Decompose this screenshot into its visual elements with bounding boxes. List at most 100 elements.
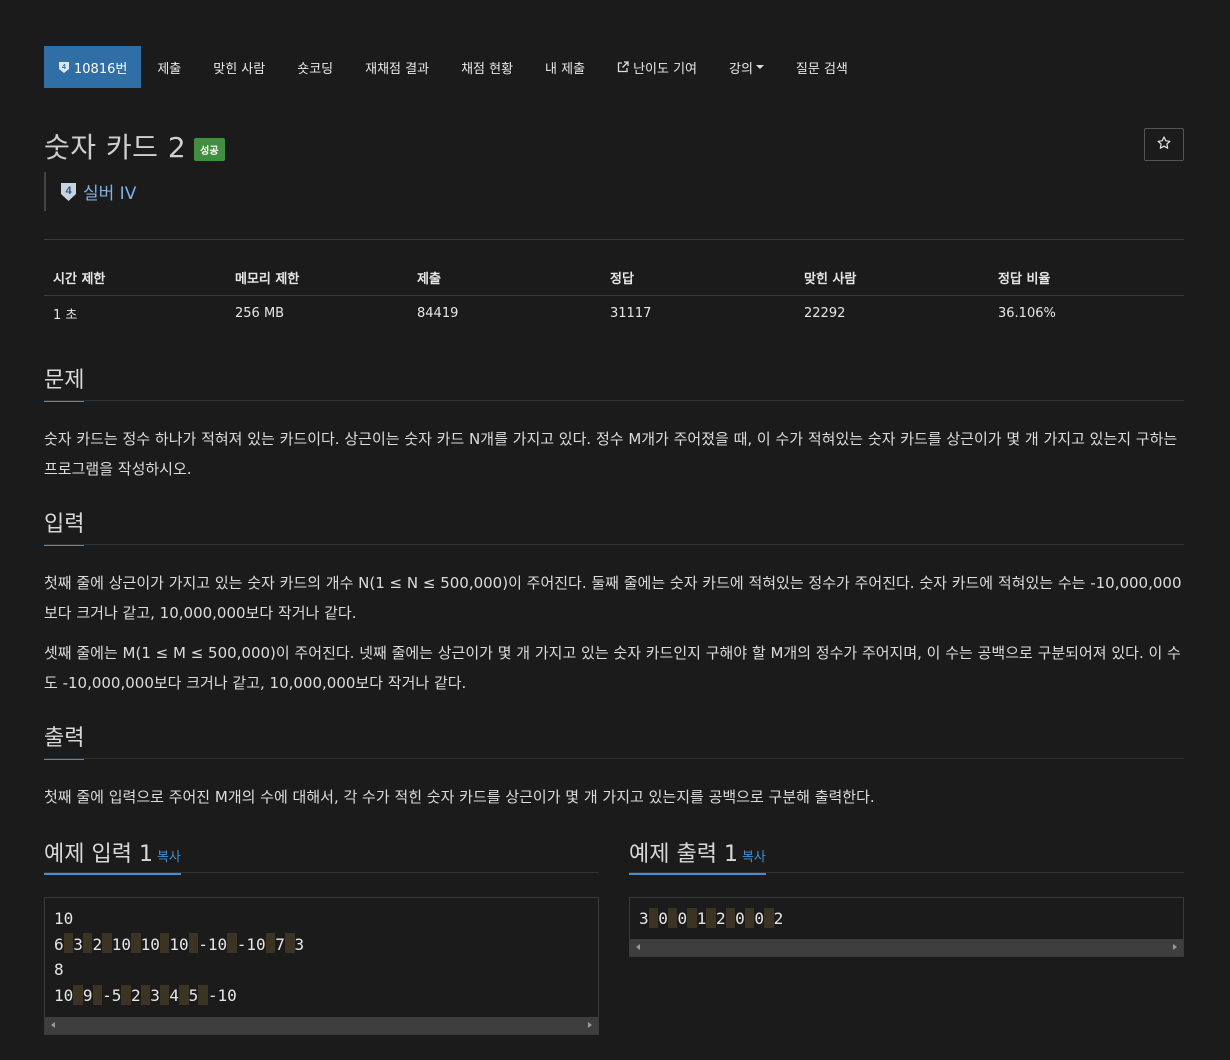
sample-output-code: 30012002 <box>630 898 1183 932</box>
code-token: 2 <box>130 986 141 1006</box>
section-underline <box>44 400 1184 401</box>
section-heading: 출력 <box>44 720 85 760</box>
section-heading: 문제 <box>44 362 85 402</box>
tier-icon: 4 <box>58 61 70 74</box>
code-token: 0 <box>658 909 668 928</box>
nav-label: 재채점 결과 <box>365 61 430 77</box>
code-token: 0 <box>735 909 745 928</box>
table-cell: 36.106% <box>998 305 1056 321</box>
favorite-button[interactable] <box>1144 128 1184 161</box>
code-token: 7 <box>275 934 285 954</box>
svg-text:4: 4 <box>62 64 66 71</box>
table-row: 1 초 256 MB 84419 31117 22292 36.106% <box>44 295 1184 331</box>
horizontal-scrollbar[interactable] <box>45 1017 598 1034</box>
code-token: 1 <box>696 909 707 928</box>
space-marker <box>265 933 276 954</box>
code-token: -10 <box>236 934 266 954</box>
nav-my-submissions[interactable]: 내 제출 <box>529 46 601 88</box>
nav-label: 맞힌 사람 <box>213 61 266 77</box>
code-token: 5 <box>188 986 199 1006</box>
code-token: 3 <box>150 986 160 1006</box>
nav-label: 강의 <box>729 61 753 77</box>
table-header: 정답 비율 <box>989 260 1184 296</box>
sample-input-box[interactable]: 10 6 3 2 10 10 10 -10 -10 7 3 8 10 9 -5 2 3 4 5 -10 <box>44 897 599 1035</box>
external-link-icon <box>617 61 629 73</box>
nav-label: 숏코딩 <box>297 61 334 77</box>
code-token: -10 <box>207 986 237 1006</box>
table-header: 시간 제한 <box>44 260 226 296</box>
code-token: 10 <box>111 934 131 954</box>
table-cell: 84419 <box>417 305 459 321</box>
sample-input-title: 예제 입력 1 <box>44 842 153 867</box>
sample-output-box[interactable]: 30012002 <box>629 897 1184 957</box>
status-badge: 성공 <box>194 137 225 161</box>
space-marker <box>82 933 93 954</box>
space-marker <box>179 984 189 1005</box>
sample-output-title: 예제 출력 1 <box>629 842 738 867</box>
space-marker <box>744 907 755 928</box>
space-marker <box>667 907 678 928</box>
output-section-header: 출력 <box>44 720 1184 760</box>
horizontal-scrollbar[interactable] <box>630 939 1183 956</box>
copy-sample-input-button[interactable]: 복사 <box>157 850 181 865</box>
nav-rejudge[interactable]: 재채점 결과 <box>349 46 445 88</box>
space-marker <box>159 984 170 1005</box>
input-section-header: 입력 <box>44 506 1184 546</box>
code-line: 30012002 <box>639 906 1174 932</box>
nav-solvers[interactable]: 맞힌 사람 <box>197 46 281 88</box>
scroll-left-arrow-icon[interactable] <box>636 944 640 950</box>
nav-difficulty[interactable]: 난이도 기여 <box>601 46 713 88</box>
output-description: 첫째 줄에 입력으로 주어진 M개의 수에 대해서, 각 수가 적힌 숫자 카드… <box>44 788 875 806</box>
space-marker <box>159 933 170 954</box>
code-token: -5 <box>102 986 122 1006</box>
nav-label: 제출 <box>157 61 182 77</box>
table-header: 맞힌 사람 <box>795 260 989 296</box>
problem-info-table: 시간 제한 메모리 제한 제출 정답 맞힌 사람 정답 비율 1 초 256 M… <box>44 260 1184 331</box>
nav-short-coding[interactable]: 숏코딩 <box>281 46 349 88</box>
table-header: 제출 <box>408 260 601 296</box>
section-heading: 예제 입력 1 복사 <box>44 836 181 875</box>
scroll-left-arrow-icon[interactable] <box>51 1022 55 1028</box>
code-token: 10 <box>169 934 189 954</box>
code-token: 10 <box>140 934 160 954</box>
code-token: 2 <box>92 934 103 954</box>
section-heading: 입력 <box>44 506 85 546</box>
problem-title: 숫자 카드 2 <box>44 131 187 164</box>
space-marker <box>102 933 112 954</box>
space-marker <box>725 907 736 928</box>
nav-problem-number[interactable]: 4 10816번 <box>44 46 142 88</box>
tier-label[interactable]: 실버 IV <box>83 179 136 204</box>
sample-input-code: 10 6 3 2 10 10 10 -10 -10 7 3 8 10 9 -5 2 3 4 5 -10 <box>45 898 598 1009</box>
nav-lectures-dropdown[interactable]: 강의 <box>713 46 780 88</box>
tier-number: 4 <box>65 185 72 197</box>
section-underline <box>629 872 1184 873</box>
nav-status[interactable]: 채점 현황 <box>445 46 529 88</box>
space-marker <box>121 984 131 1005</box>
scroll-right-arrow-icon[interactable] <box>1173 944 1177 950</box>
section-underline <box>44 758 1184 759</box>
code-token: 4 <box>169 986 180 1006</box>
nav-question-search[interactable]: 질문 검색 <box>780 46 864 88</box>
copy-sample-output-button[interactable]: 복사 <box>742 850 766 865</box>
tier-info: 4 실버 IV <box>44 172 136 211</box>
section-underline <box>44 544 1184 545</box>
sample-input-header: 예제 입력 1 복사 <box>44 836 599 875</box>
code-token: 3 <box>73 934 83 954</box>
space-marker <box>706 907 716 928</box>
problem-section-header: 문제 <box>44 362 1184 402</box>
code-token: 3 <box>639 909 649 928</box>
table-cell: 256 MB <box>235 305 285 321</box>
space-marker <box>92 984 103 1005</box>
title-row: 숫자 카드 2 성공 <box>44 126 225 166</box>
table-cell: 31117 <box>610 305 652 321</box>
silver-tier-icon: 4 <box>60 182 77 202</box>
nav-submit[interactable]: 제출 <box>141 46 197 88</box>
space-marker <box>687 907 697 928</box>
space-marker <box>188 933 199 954</box>
scroll-right-arrow-icon[interactable] <box>588 1022 592 1028</box>
section-underline <box>44 872 599 873</box>
nav-label: 10816번 <box>74 61 128 77</box>
star-icon <box>1157 135 1171 154</box>
problem-nav: 4 10816번 제출 맞힌 사람 숏코딩 재채점 결과 채점 현황 내 제출 … <box>44 46 864 88</box>
table-header: 메모리 제한 <box>226 260 408 296</box>
